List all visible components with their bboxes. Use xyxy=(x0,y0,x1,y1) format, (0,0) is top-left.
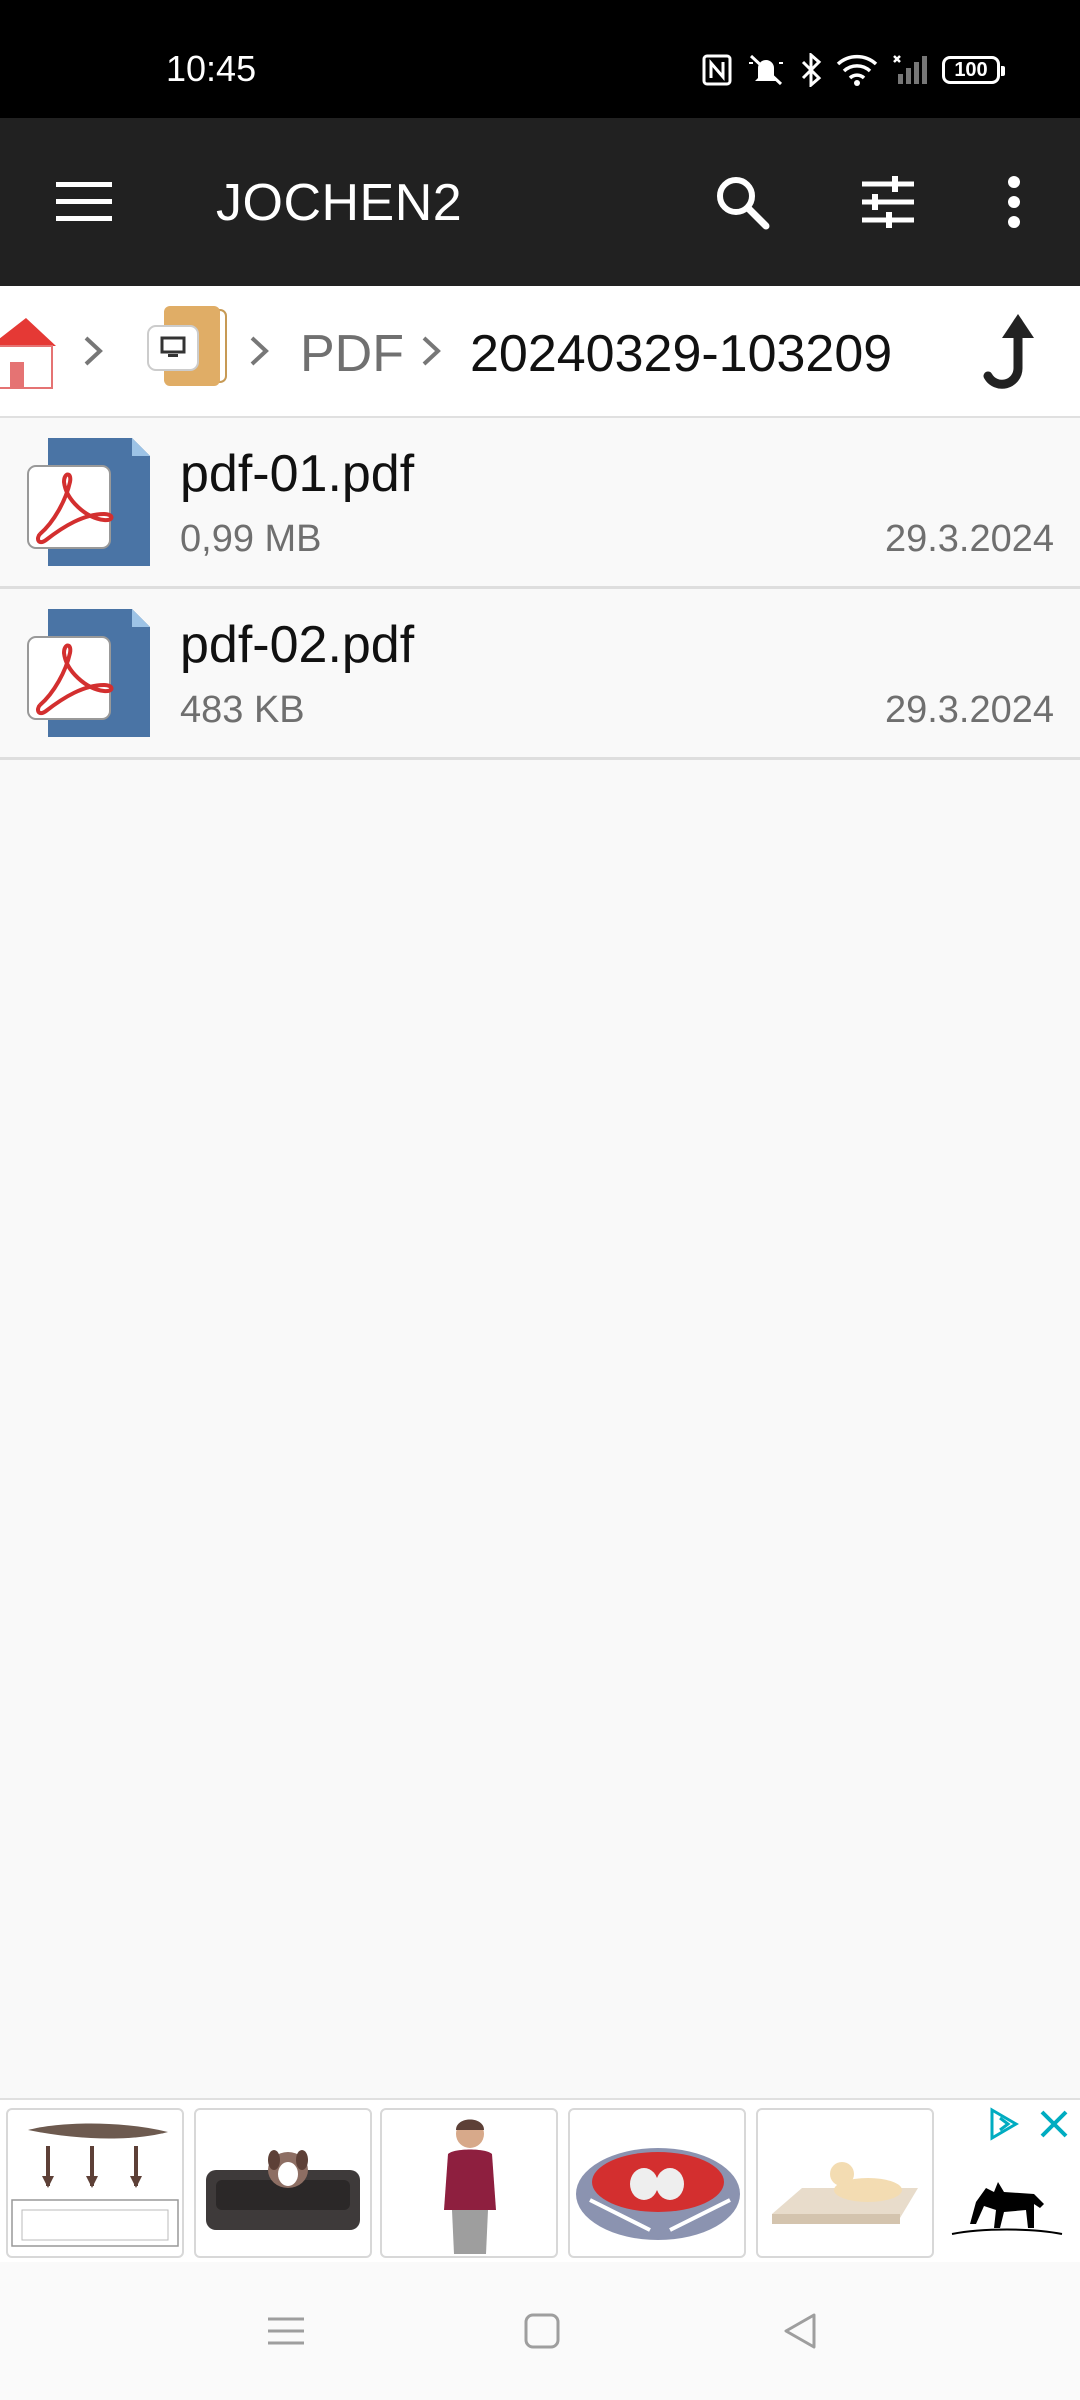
brand-logo-dog[interactable] xyxy=(946,2162,1066,2252)
close-icon[interactable] xyxy=(1036,2106,1072,2147)
file-date: 29.3.2024 xyxy=(884,689,1054,731)
signal-icon xyxy=(892,54,928,86)
file-size: 0,99 MB xyxy=(180,518,322,560)
pdf-file-icon xyxy=(26,436,156,570)
file-date: 29.3.2024 xyxy=(884,518,1054,560)
status-time: 10:45 xyxy=(166,48,257,89)
ad-tile-dog-bed-union-jack[interactable] xyxy=(568,2108,746,2258)
battery-icon: 100 xyxy=(942,56,1005,84)
mute-icon xyxy=(746,53,786,87)
search-icon[interactable] xyxy=(708,168,776,236)
filter-icon[interactable] xyxy=(854,168,922,236)
file-row[interactable]: pdf-02.pdf 483 KB 29.3.2024 xyxy=(0,589,1080,760)
adchoices-icon[interactable] xyxy=(986,2106,1022,2147)
navigation-bar xyxy=(0,2262,1080,2400)
bluetooth-icon xyxy=(800,53,822,87)
home-icon[interactable] xyxy=(512,2306,572,2356)
file-name: pdf-01.pdf xyxy=(180,445,415,503)
menu-icon[interactable] xyxy=(52,172,116,232)
chevron-right-icon xyxy=(244,326,274,376)
status-bar: 10:45 100 xyxy=(0,0,1080,118)
breadcrumb: PDF 20240329-103209 xyxy=(0,286,1080,418)
ad-controls xyxy=(986,2106,1072,2147)
ad-banner[interactable] xyxy=(0,2098,1080,2264)
device-folder-icon[interactable] xyxy=(144,306,230,388)
file-row[interactable]: pdf-01.pdf 0,99 MB 29.3.2024 xyxy=(0,418,1080,589)
recents-icon[interactable] xyxy=(256,2306,316,2356)
nfc-icon xyxy=(702,54,732,86)
file-size: 483 KB xyxy=(180,689,305,731)
status-icons: 100 xyxy=(702,50,1005,90)
chevron-right-icon xyxy=(78,326,108,376)
wifi-icon xyxy=(836,54,878,86)
home-icon[interactable] xyxy=(0,312,60,392)
more-icon[interactable] xyxy=(980,168,1048,236)
breadcrumb-item-pdf[interactable]: PDF xyxy=(300,324,404,384)
up-arrow-icon[interactable] xyxy=(980,308,1050,394)
app-title: JOCHEN2 xyxy=(216,174,463,232)
app-bar: JOCHEN2 xyxy=(0,118,1080,286)
back-icon[interactable] xyxy=(770,2306,830,2356)
pdf-file-icon xyxy=(26,607,156,741)
ad-tile-woman-in-vest[interactable] xyxy=(380,2108,558,2258)
file-list: pdf-01.pdf 0,99 MB 29.3.2024 pdf-02.pdf … xyxy=(0,418,1080,760)
ad-tile-dog-bed-diagram[interactable] xyxy=(6,2108,184,2258)
ad-tile-dog-on-mat[interactable] xyxy=(756,2108,934,2258)
file-name: pdf-02.pdf xyxy=(180,616,415,674)
ad-tile-dog-on-bed[interactable] xyxy=(194,2108,372,2258)
chevron-right-icon xyxy=(416,326,446,376)
breadcrumb-item-current[interactable]: 20240329-103209 xyxy=(470,324,892,384)
